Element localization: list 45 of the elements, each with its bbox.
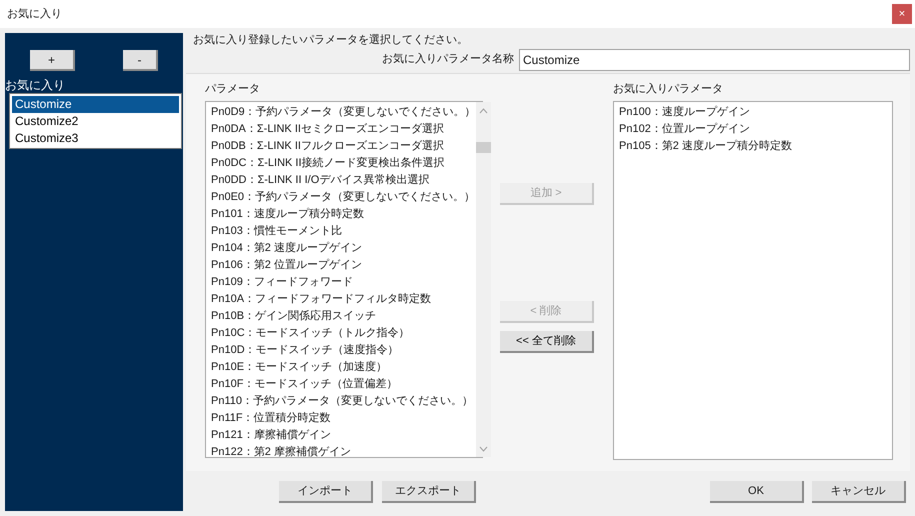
scroll-up-icon[interactable] [478,108,488,114]
dialog-button[interactable]: エクスポート [382,481,476,503]
favorite-parameter-list-label: お気に入りパラメータ [613,83,723,97]
favorite-item[interactable]: Customize3 [12,130,179,147]
name-label: お気に入りパラメータ名称 [382,52,514,68]
parameter-item[interactable]: Pn0D9：予約パラメータ（変更しないでください。） [211,104,476,121]
dialog-button[interactable]: キャンセル [812,481,906,503]
scroll-thumb[interactable] [476,142,491,153]
parameter-item[interactable]: Pn110：予約パラメータ（変更しないでください。） [211,393,473,410]
parameter-item[interactable]: Pn0DC：Σ-LINK II接続ノード変更検出条件選択 [211,155,445,172]
parameter-item[interactable]: Pn121：摩擦補償ゲイン [211,427,331,444]
parameter-list-label: パラメータ [205,83,260,97]
scroll-down-icon[interactable] [478,446,488,452]
close-button[interactable]: × [892,4,912,24]
instruction-text: お気に入り登録したいパラメータを選択してください。 [192,33,468,48]
remove-favorite-button[interactable]: - [123,50,158,71]
favorites-label: お気に入り [5,78,65,92]
parameter-item[interactable]: Pn10A：フィードフォワードフィルタ時定数 [211,291,432,308]
parameter-item[interactable]: Pn122：第2 摩擦補償ゲイン [211,444,351,461]
parameter-item[interactable]: Pn10E：モードスイッチ（加速度） [211,359,388,376]
dialog-button[interactable]: OK [710,481,804,503]
parameter-item[interactable]: Pn103：慣性モーメント比 [211,223,342,240]
parameter-item[interactable]: Pn109：フィードフォワード [211,274,353,291]
parameter-item[interactable]: Pn10B：ゲイン関係応用スイッチ [211,308,376,325]
parameter-item[interactable]: Pn106：第2 位置ループゲイン [211,257,362,274]
parameter-item[interactable]: Pn105：第2 速度ループ積分時定数 [619,138,792,155]
parameter-item[interactable]: Pn102：位置ループゲイン [619,121,750,138]
transfer-button[interactable]: << 全て削除 [500,331,594,353]
parameter-item[interactable]: Pn101：速度ループ積分時定数 [211,206,364,223]
parameter-item[interactable]: Pn10D：モードスイッチ（速度指令） [211,342,399,359]
parameter-item[interactable]: Pn10C：モードスイッチ（トルク指令） [211,325,410,342]
parameter-item[interactable]: Pn10F：モードスイッチ（位置偏差） [211,376,398,393]
parameter-item[interactable]: Pn104：第2 速度ループゲイン [211,240,362,257]
add-favorite-button[interactable]: + [30,50,75,71]
parameter-item[interactable]: Pn100：速度ループゲイン [619,104,750,121]
name-input-field[interactable]: Customize [519,48,910,70]
favorite-item[interactable]: Customize2 [12,113,179,130]
parameter-item[interactable]: Pn0E0：予約パラメータ（変更しないでください。） [211,189,476,206]
parameter-item[interactable]: Pn0DB：Σ-LINK IIフルクローズエンコーダ選択 [211,138,444,155]
favorite-item[interactable]: Customize [12,96,179,113]
dialog-button[interactable]: インポート [279,481,373,503]
parameter-item[interactable]: Pn11F：位置積分時定数 [211,410,331,427]
window-title: お気に入り [7,6,62,22]
parameter-item[interactable]: Pn0DD：Σ-LINK II I/Oデバイス異常検出選択 [211,172,430,189]
parameter-item[interactable]: Pn0DA：Σ-LINK IIセミクローズエンコーダ選択 [211,121,444,138]
